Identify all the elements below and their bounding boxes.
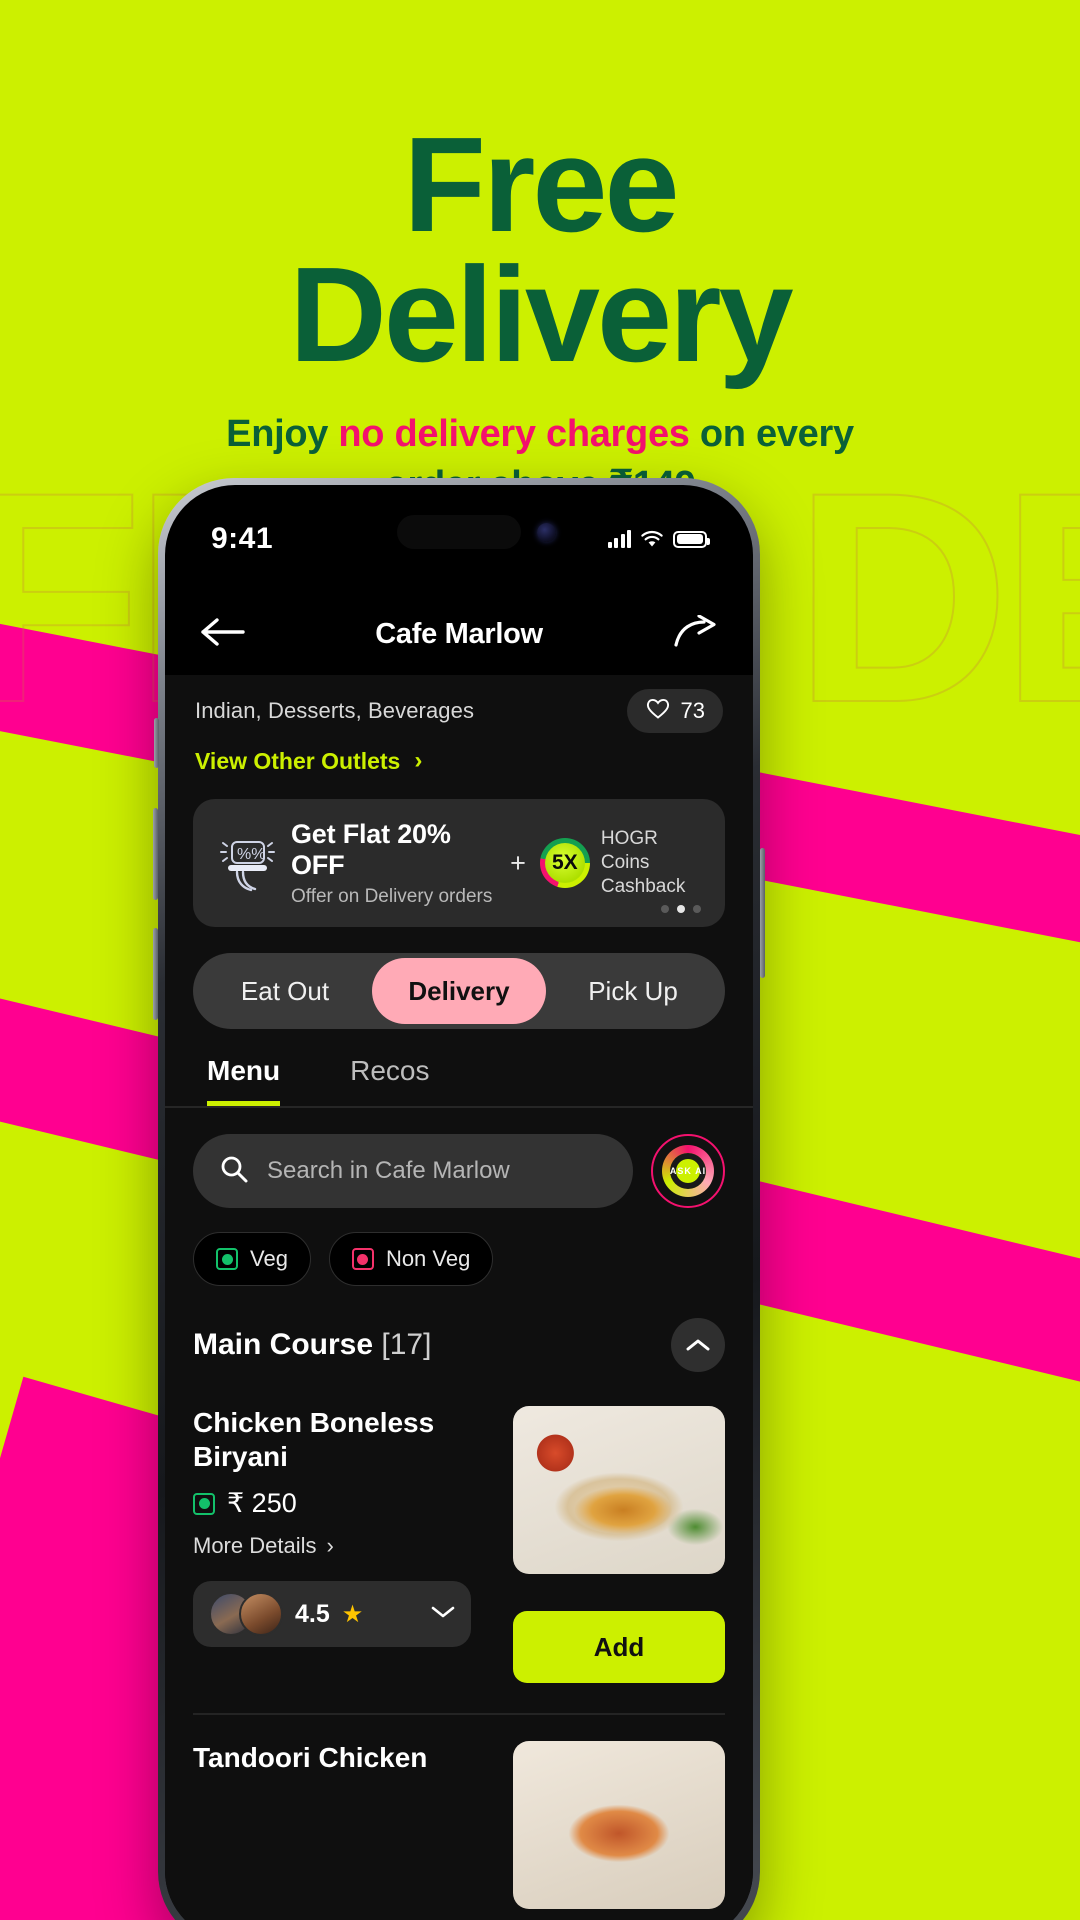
segment-pick-up[interactable]: Pick Up — [546, 958, 720, 1024]
menu-item-rating-pill[interactable]: 4.5 ★ — [193, 1581, 471, 1648]
coin-multiplier-label: 5X — [552, 851, 578, 874]
heart-icon — [645, 696, 671, 726]
ask-ai-label: ASK AI — [669, 1166, 707, 1176]
chevron-right-icon: › — [326, 1533, 334, 1559]
more-details-link[interactable]: More Details › — [193, 1533, 495, 1559]
more-details-label: More Details — [193, 1533, 317, 1559]
phone-mockup: 9:41 Cafe Marlow Indian, Desserts, Bever… — [153, 478, 765, 1920]
menu-item-details: Tandoori Chicken — [193, 1741, 495, 1909]
menu-section-header[interactable]: Main Course [17] — [165, 1286, 753, 1372]
page-title: Cafe Marlow — [375, 617, 543, 650]
front-camera-icon — [537, 523, 556, 542]
menu-item-row[interactable]: Chicken Boneless Biryani ₹ 250 More Deta… — [165, 1372, 753, 1684]
search-row: Search in Cafe Marlow ASK AI — [165, 1108, 753, 1208]
phone-screen: 9:41 Cafe Marlow Indian, Desserts, Bever… — [165, 485, 753, 1920]
phone-volume-down-button — [153, 928, 158, 1020]
promo-hero: Free Delivery Enjoy no delivery charges … — [0, 109, 1080, 512]
like-count: 73 — [680, 698, 705, 723]
offer-banner[interactable]: %% Get Flat 20% OFF Offer on Delivery or… — [193, 799, 725, 927]
restaurant-page-scroll[interactable]: Indian, Desserts, Beverages 73 View Othe… — [165, 675, 753, 1920]
share-icon[interactable] — [673, 613, 717, 654]
section-title-text: Main Course — [193, 1328, 374, 1361]
wifi-icon — [640, 530, 664, 548]
search-input[interactable]: Search in Cafe Marlow — [193, 1134, 633, 1208]
offer-plus-separator: + — [510, 847, 526, 878]
hero-sub-prefix: Enjoy — [226, 413, 339, 456]
chevron-up-icon[interactable] — [671, 1318, 725, 1372]
tandoori-photo — [513, 1741, 725, 1910]
percent-tag-icon: %% — [215, 832, 277, 894]
veg-marker-icon — [216, 1248, 238, 1270]
menu-item-name: Chicken Boneless Biryani — [193, 1407, 435, 1473]
content-tabs[interactable]: Menu Recos — [165, 1029, 753, 1108]
battery-full-icon — [673, 530, 710, 548]
segment-eat-out[interactable]: Eat Out — [198, 958, 372, 1024]
section-item-count: [17] — [381, 1328, 432, 1361]
search-icon — [219, 1154, 249, 1189]
chevron-right-icon: › — [414, 747, 423, 774]
filter-chip-non-veg[interactable]: Non Veg — [328, 1232, 494, 1286]
veg-marker-icon — [193, 1492, 215, 1515]
view-other-outlets-row[interactable]: View Other Outlets › — [165, 733, 753, 775]
view-other-outlets-label: View Other Outlets — [195, 747, 401, 774]
phone-power-button — [760, 848, 765, 978]
rating-value: 4.5 — [295, 1599, 330, 1628]
back-arrow-icon[interactable] — [201, 617, 247, 652]
offer-carousel-dots[interactable] — [661, 905, 701, 913]
offer-text-block: Get Flat 20% OFF Offer on Delivery order… — [291, 819, 494, 908]
menu-item-price: ₹ 250 — [227, 1488, 297, 1519]
ask-ai-badge-icon[interactable]: ASK AI — [651, 1134, 725, 1208]
section-title: Main Course [17] — [193, 1328, 431, 1362]
hero-sub-suffix: on every — [689, 413, 854, 456]
app-header: Cafe Marlow — [165, 593, 753, 675]
carousel-dot[interactable] — [661, 905, 669, 913]
menu-item-details: Chicken Boneless Biryani ₹ 250 More Deta… — [193, 1406, 495, 1648]
dynamic-island — [397, 515, 521, 549]
hero-title-line-2: Delivery — [289, 238, 793, 390]
phone-volume-up-button — [153, 808, 158, 900]
cuisine-tags: Indian, Desserts, Beverages — [195, 698, 475, 723]
menu-item-image-block: Add — [513, 1406, 725, 1684]
cuisine-row: Indian, Desserts, Beverages 73 — [165, 675, 753, 733]
hero-title-line-1: Free — [403, 109, 679, 260]
carousel-dot[interactable] — [693, 905, 701, 913]
coin-text-block: HOGR Coins Cashback — [601, 827, 703, 898]
avatar — [239, 1592, 283, 1637]
add-button[interactable]: Add — [513, 1611, 725, 1684]
chevron-down-icon[interactable] — [431, 1605, 455, 1624]
menu-item-price-row: ₹ 250 — [193, 1488, 495, 1519]
menu-item-name: Tandoori Chicken — [193, 1742, 428, 1774]
filter-chip-veg-label: Veg — [250, 1246, 288, 1271]
phone-silent-switch — [154, 718, 159, 768]
star-icon: ★ — [341, 1600, 364, 1628]
biryani-photo — [513, 1406, 725, 1574]
service-mode-segment[interactable]: Eat Out Delivery Pick Up — [193, 953, 725, 1029]
diet-filter-chips: Veg Non Veg — [165, 1208, 753, 1286]
coin-line-2: Cashback — [600, 875, 686, 897]
menu-item-row[interactable]: Tandoori Chicken — [165, 1715, 753, 1910]
menu-item-image-block — [513, 1741, 725, 1910]
offer-title: Get Flat 20% OFF — [291, 818, 451, 880]
tab-recos[interactable]: Recos — [350, 1055, 429, 1106]
carousel-dot-active[interactable] — [677, 905, 685, 913]
reviewer-avatars — [209, 1592, 283, 1637]
filter-chip-veg[interactable]: Veg — [193, 1232, 311, 1286]
svg-text:%%: %% — [237, 846, 265, 863]
hogr-coin-badge-icon: 5X — [539, 838, 590, 888]
coin-line-1: HOGR Coins — [600, 828, 658, 874]
offer-subtitle: Offer on Delivery orders — [291, 885, 493, 907]
status-bar-indicators — [607, 530, 710, 548]
tab-menu[interactable]: Menu — [207, 1055, 281, 1106]
like-counter[interactable]: 73 — [626, 689, 723, 733]
filter-chip-non-veg-label: Non Veg — [385, 1246, 471, 1271]
cellular-bars-icon — [607, 530, 631, 548]
hero-sub-highlight: no delivery charges — [338, 413, 690, 456]
status-bar: 9:41 — [165, 485, 753, 593]
segment-delivery[interactable]: Delivery — [372, 958, 546, 1024]
status-bar-time: 9:41 — [211, 522, 274, 555]
search-placeholder: Search in Cafe Marlow — [267, 1157, 510, 1184]
non-veg-marker-icon — [351, 1248, 374, 1270]
